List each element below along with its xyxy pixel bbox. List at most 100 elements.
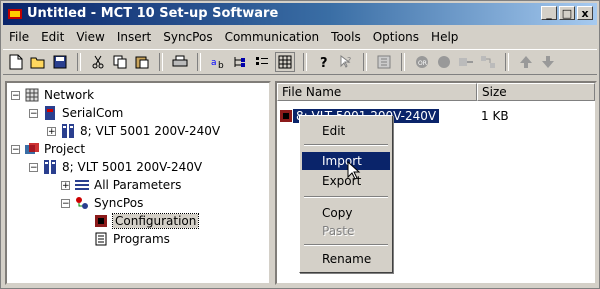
svg-text:OR: OR [418, 60, 427, 67]
programs-icon [95, 232, 107, 246]
tree-label-serialcom: SerialCom [62, 106, 124, 120]
menu-syncpos[interactable]: SyncPos [157, 30, 218, 44]
menu-separator [304, 244, 388, 246]
collapse-icon[interactable]: − [11, 144, 20, 154]
cut-icon[interactable] [89, 53, 107, 71]
menu-tools[interactable]: Tools [325, 30, 367, 44]
toolbar-separator [159, 53, 163, 71]
tree-node-configuration[interactable]: Configuration [93, 213, 200, 229]
tree-label-network: Network [44, 88, 95, 102]
window-title: Untitled - MCT 10 Set-up Software [27, 6, 279, 21]
window-controls: _ □ x [541, 6, 593, 20]
toolbar-separator [505, 53, 509, 71]
record-icon[interactable]: OR [413, 53, 431, 71]
svg-text:?: ? [320, 56, 328, 69]
syncpos-icon [76, 197, 88, 209]
stop-icon[interactable] [435, 53, 453, 71]
menu-file[interactable]: File [3, 30, 35, 44]
help-icon[interactable]: ? [315, 53, 333, 71]
new-icon[interactable] [7, 53, 25, 71]
list-icon[interactable] [253, 53, 271, 71]
tree-pane[interactable]: − Network − SerialCom + 8; VLT 5001 200V… [5, 81, 271, 285]
column-header-file-name[interactable]: File Name [277, 83, 477, 101]
menu-item-copy[interactable]: Copy [302, 204, 390, 222]
menu-help[interactable]: Help [425, 30, 464, 44]
file-size-cell: 1 KB [481, 109, 509, 123]
menu-edit[interactable]: Edit [35, 30, 70, 44]
paste-icon[interactable] [133, 53, 151, 71]
toolbar: ab ? ? OR [3, 49, 597, 75]
app-window: Untitled - MCT 10 Set-up Software _ □ x … [0, 0, 600, 289]
title-bar: Untitled - MCT 10 Set-up Software _ □ x [3, 3, 597, 25]
collapse-icon[interactable]: − [11, 90, 20, 100]
parameters-icon [75, 180, 89, 190]
network-icon [25, 88, 39, 102]
toolbar-separator [363, 53, 367, 71]
menu-item-paste: Paste [322, 224, 355, 238]
toolbar-separator [77, 53, 81, 71]
tree-icon[interactable] [231, 53, 249, 71]
drive-icon [62, 124, 74, 138]
tree-node-project[interactable]: − Project [11, 141, 85, 157]
svg-text:b: b [218, 61, 224, 69]
tree-node-device[interactable]: − 8; VLT 5001 200V-240V [29, 159, 202, 175]
tree-label-syncpos: SyncPos [94, 196, 144, 210]
menu-insert[interactable]: Insert [111, 30, 157, 44]
menu-separator [304, 144, 388, 146]
save-icon[interactable] [51, 53, 69, 71]
menu-item-edit[interactable]: Edit [302, 122, 390, 140]
network-icon[interactable] [479, 53, 497, 71]
menu-item-export[interactable]: Export [302, 172, 390, 190]
collapse-icon[interactable]: − [29, 162, 38, 172]
copy-icon[interactable] [111, 53, 129, 71]
tree-node-device[interactable]: + 8; VLT 5001 200V-240V [47, 123, 220, 139]
tree-label-device: 8; VLT 5001 200V-240V [80, 124, 221, 138]
maximize-button[interactable]: □ [559, 6, 575, 20]
svg-text:?: ? [347, 56, 351, 65]
toolbar-separator [401, 53, 405, 71]
ab-icon[interactable]: ab [209, 53, 227, 71]
minimize-button[interactable]: _ [541, 6, 557, 20]
mouse-cursor-icon [347, 161, 361, 180]
tree-node-network[interactable]: − Network [11, 87, 94, 103]
configuration-file-icon [280, 110, 292, 122]
drive-icon [44, 160, 56, 174]
tree-node-programs[interactable]: Programs [93, 231, 170, 247]
expand-icon[interactable]: + [61, 180, 70, 190]
column-header-size[interactable]: Size [477, 83, 595, 101]
tree-label-project: Project [44, 142, 86, 156]
svg-text:a: a [211, 58, 217, 68]
toolbar-separator [303, 53, 307, 71]
calc-icon[interactable] [375, 53, 393, 71]
app-icon [8, 9, 22, 19]
print-icon[interactable] [171, 53, 189, 71]
tree-node-all-parameters[interactable]: + All Parameters [61, 177, 181, 193]
up-icon[interactable] [517, 53, 535, 71]
menu-item-rename[interactable]: Rename [302, 250, 390, 268]
menu-options[interactable]: Options [367, 30, 425, 44]
tree-label-programs: Programs [113, 232, 170, 246]
connect-icon[interactable] [457, 53, 475, 71]
expand-icon[interactable]: + [47, 126, 56, 136]
project-icon [25, 143, 39, 154]
whatsthis-icon[interactable]: ? [337, 53, 355, 71]
configuration-icon [95, 215, 107, 227]
tree-label-configuration: Configuration [111, 213, 200, 229]
menu-item-import[interactable]: Import [302, 152, 390, 170]
toolbar-separator [197, 53, 201, 71]
down-icon[interactable] [539, 53, 557, 71]
tree-node-serialcom[interactable]: − SerialCom [29, 105, 123, 121]
open-icon[interactable] [29, 53, 47, 71]
tree-label-device: 8; VLT 5001 200V-240V [62, 160, 203, 174]
grid-icon[interactable] [275, 52, 295, 72]
tree-node-syncpos[interactable]: − SyncPos [61, 195, 143, 211]
menu-separator [304, 196, 388, 198]
collapse-icon[interactable]: − [61, 198, 70, 208]
menu-communication[interactable]: Communication [219, 30, 326, 44]
close-button[interactable]: x [577, 6, 593, 20]
tree-label-all-parameters: All Parameters [94, 178, 182, 192]
collapse-icon[interactable]: − [29, 108, 38, 118]
menu-view[interactable]: View [70, 30, 110, 44]
context-menu: Edit Import Export Copy Paste Rename [299, 115, 393, 273]
menu-bar: File Edit View Insert SyncPos Communicat… [3, 27, 464, 47]
